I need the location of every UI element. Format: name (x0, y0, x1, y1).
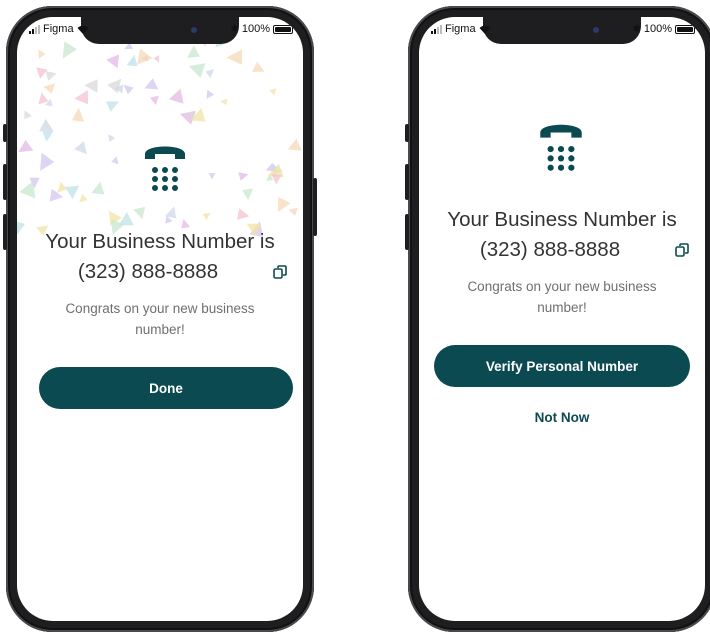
volume-down-button (405, 214, 409, 250)
notch (483, 17, 641, 44)
battery-icon (675, 24, 695, 34)
status-left: Figma (29, 23, 89, 35)
status-right: ✱ 100% (632, 23, 695, 35)
wifi-icon (77, 25, 89, 34)
confetti-piece (144, 78, 159, 90)
confetti-piece (208, 173, 216, 180)
confetti-piece (238, 172, 249, 181)
confetti-piece (137, 48, 153, 65)
confetti-piece (150, 95, 159, 106)
confetti-piece (91, 181, 105, 195)
confetti-piece (71, 107, 84, 122)
confetti-piece (36, 67, 48, 79)
confetti-piece (38, 49, 46, 59)
phone-frame-right: Figma ✱ 100% Your Business Number is (32… (405, 6, 710, 632)
confetti-piece (133, 207, 146, 220)
confetti-piece (65, 185, 80, 200)
front-camera (191, 27, 197, 33)
telephone-icon (540, 124, 582, 171)
mute-switch (3, 124, 7, 142)
confetti-piece (43, 83, 56, 94)
copy-icon[interactable] (273, 265, 287, 279)
congrats-text: Congrats on your new business number! (65, 301, 255, 337)
battery-icon (273, 24, 293, 34)
confetti-piece (39, 118, 54, 132)
status-right: ✱ 100% (230, 23, 293, 35)
confetti-piece (74, 90, 89, 105)
confetti-piece (288, 207, 299, 216)
confetti-piece (18, 139, 34, 153)
confetti-piece (226, 49, 243, 65)
title-line: Your Business Number is (447, 208, 677, 231)
confetti-piece (38, 92, 49, 105)
confetti-piece (278, 196, 291, 212)
done-button[interactable]: Done (39, 367, 293, 409)
confetti-piece (40, 152, 55, 171)
business-number: (323) 888-8888 (77, 260, 219, 283)
notch (81, 17, 239, 44)
confetti-piece (42, 131, 54, 142)
confetti-piece (19, 181, 36, 199)
carrier-label: Figma (43, 23, 74, 35)
bluetooth-icon: ✱ (632, 23, 641, 35)
mute-switch (405, 124, 409, 142)
title-line: Your Business Number is (45, 230, 275, 253)
power-button (313, 178, 317, 236)
wifi-icon (479, 25, 491, 34)
confetti-background (17, 39, 302, 237)
not-now-link[interactable]: Not Now (512, 410, 612, 425)
confetti-piece (242, 188, 253, 201)
confetti-piece (205, 69, 214, 79)
status-left: Figma (431, 23, 491, 35)
volume-down-button (3, 214, 7, 250)
confetti-piece (287, 138, 302, 151)
volume-up-button (405, 164, 409, 200)
confetti-piece (106, 54, 120, 69)
confetti-piece (153, 55, 160, 63)
screen-success-confetti: Figma ✱ 100% Your Business Number is (32… (17, 17, 303, 621)
confetti-piece (271, 174, 282, 185)
confetti-piece (169, 88, 184, 104)
confetti-piece (105, 101, 119, 112)
signal-icon (29, 24, 40, 34)
confetti-piece (237, 208, 250, 220)
business-number: (323) 888-8888 (479, 238, 621, 261)
phone-frame-left: Figma ✱ 100% Your Business Number is (32… (3, 6, 317, 632)
confetti-piece (111, 156, 119, 165)
confetti-piece (84, 79, 98, 93)
telephone-icon (145, 146, 185, 191)
volume-up-button (3, 164, 7, 200)
confetti-piece (24, 110, 32, 120)
confetti-piece (202, 212, 211, 221)
confetti-piece (79, 193, 88, 203)
confetti-piece (206, 89, 215, 99)
front-camera (593, 27, 599, 33)
signal-icon (431, 24, 442, 34)
battery-percent: 100% (643, 23, 672, 35)
confetti-piece (126, 55, 138, 67)
confetti-piece (74, 141, 87, 155)
verify-personal-number-button[interactable]: Verify Personal Number (434, 345, 690, 387)
confetti-piece (187, 45, 200, 58)
confetti-piece (269, 88, 277, 96)
confetti-piece (108, 134, 116, 143)
congrats-text: Congrats on your new business number! (467, 279, 657, 315)
confetti-piece (123, 84, 134, 95)
battery-percent: 100% (241, 23, 270, 35)
confetti-piece (45, 71, 57, 81)
copy-icon[interactable] (675, 243, 689, 257)
bluetooth-icon: ✱ (230, 23, 239, 35)
confetti-piece (220, 98, 228, 106)
confetti-piece (62, 41, 77, 59)
screen-verify-prompt: Figma ✱ 100% Your Business Number is (32… (419, 17, 705, 621)
confetti-piece (188, 63, 206, 78)
confetti-piece (252, 61, 265, 73)
carrier-label: Figma (445, 23, 476, 35)
